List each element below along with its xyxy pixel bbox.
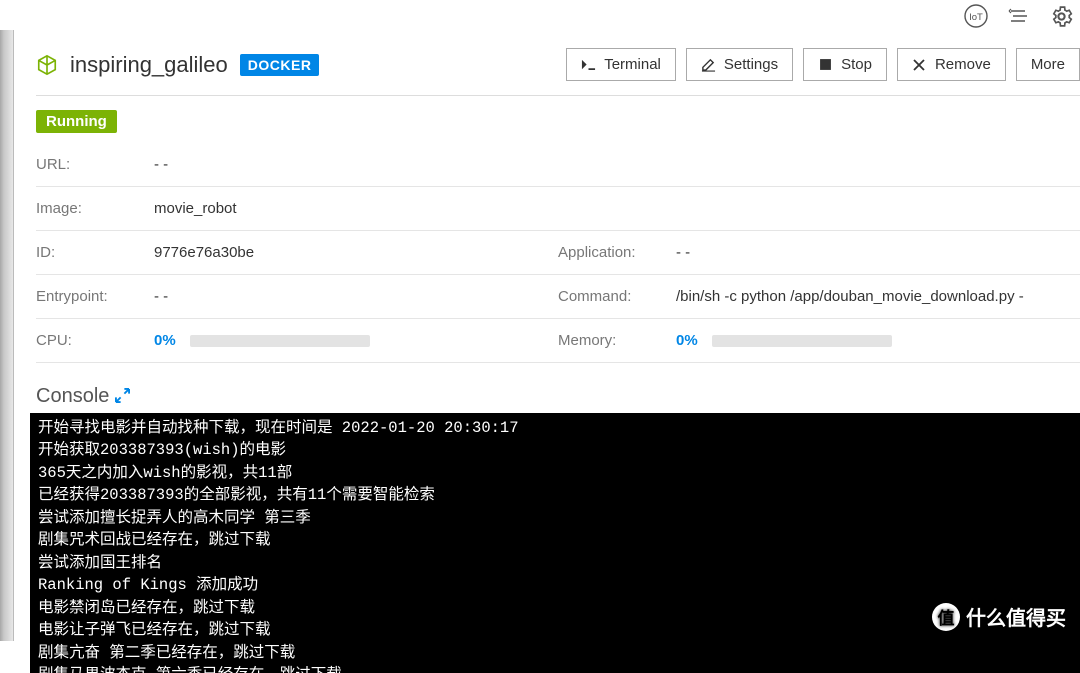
remove-label: Remove	[935, 56, 991, 73]
memory-value: 0%	[676, 332, 1080, 349]
svg-text:IoT: IoT	[969, 12, 983, 23]
gear-icon[interactable]	[1049, 4, 1074, 29]
command-value: /bin/sh -c python /app/douban_movie_down…	[676, 288, 1080, 305]
image-value: movie_robot	[154, 200, 558, 217]
terminal-icon	[581, 57, 596, 72]
terminal-button[interactable]: Terminal	[566, 48, 676, 81]
settings-label: Settings	[724, 56, 778, 73]
url-label: URL:	[36, 156, 154, 173]
command-label: Command:	[558, 288, 676, 305]
status-badge: Running	[36, 110, 117, 133]
memory-pct: 0%	[676, 332, 698, 349]
application-label: Application:	[558, 244, 676, 261]
console-title: Console	[36, 385, 109, 408]
more-label: More	[1031, 56, 1065, 73]
info-row-cpu: CPU: 0% Memory: 0%	[36, 319, 1080, 363]
cpu-bar	[190, 335, 370, 347]
stop-icon	[818, 57, 833, 72]
expand-icon[interactable]	[115, 388, 130, 406]
console-output[interactable]: 开始寻找电影并自动找种下载，现在时间是 2022-01-20 20:30:17 …	[30, 413, 1080, 673]
watermark-icon: 值	[932, 603, 960, 631]
id-label: ID:	[36, 244, 154, 261]
sidebar-sliver	[0, 30, 14, 641]
docker-badge: DOCKER	[240, 54, 320, 76]
cube-icon	[36, 54, 58, 76]
stop-label: Stop	[841, 56, 872, 73]
more-button[interactable]: More	[1016, 48, 1080, 81]
watermark: 值 什么值得买	[932, 602, 1066, 631]
info-row-url: URL: - -	[36, 143, 1080, 187]
settings-button[interactable]: Settings	[686, 48, 793, 81]
remove-icon	[912, 57, 927, 72]
main-panel: inspiring_galileo DOCKER Terminal Settin…	[14, 30, 1080, 641]
info-row-image: Image: movie_robot	[36, 187, 1080, 231]
memory-label: Memory:	[558, 332, 676, 349]
info-row-id: ID: 9776e76a30be Application: - -	[36, 231, 1080, 275]
top-toolbar-icons: IoT	[963, 3, 1074, 29]
layers-icon[interactable]	[1007, 4, 1031, 28]
info-table: URL: - - Image: movie_robot ID: 9776e76a…	[36, 143, 1080, 363]
info-row-entrypoint: Entrypoint: - - Command: /bin/sh -c pyth…	[36, 275, 1080, 319]
stop-button[interactable]: Stop	[803, 48, 887, 81]
application-value: - -	[676, 244, 1080, 261]
edit-icon	[701, 57, 716, 72]
action-buttons: Terminal Settings Stop Remove More	[566, 48, 1080, 81]
image-label: Image:	[36, 200, 154, 217]
watermark-text: 什么值得买	[966, 602, 1066, 631]
cpu-label: CPU:	[36, 332, 154, 349]
entrypoint-label: Entrypoint:	[36, 288, 154, 305]
cpu-value: 0%	[154, 332, 558, 349]
entrypoint-value: - -	[154, 288, 558, 305]
remove-button[interactable]: Remove	[897, 48, 1006, 81]
memory-bar	[712, 335, 892, 347]
console-heading: Console	[36, 385, 1080, 408]
cpu-pct: 0%	[154, 332, 176, 349]
iot-icon[interactable]: IoT	[963, 3, 989, 29]
url-value: - -	[154, 156, 558, 173]
status-row: Running	[36, 96, 1080, 143]
id-value: 9776e76a30be	[154, 244, 558, 261]
terminal-label: Terminal	[604, 56, 661, 73]
container-name: inspiring_galileo	[70, 52, 228, 78]
container-header: inspiring_galileo DOCKER Terminal Settin…	[36, 48, 1080, 81]
